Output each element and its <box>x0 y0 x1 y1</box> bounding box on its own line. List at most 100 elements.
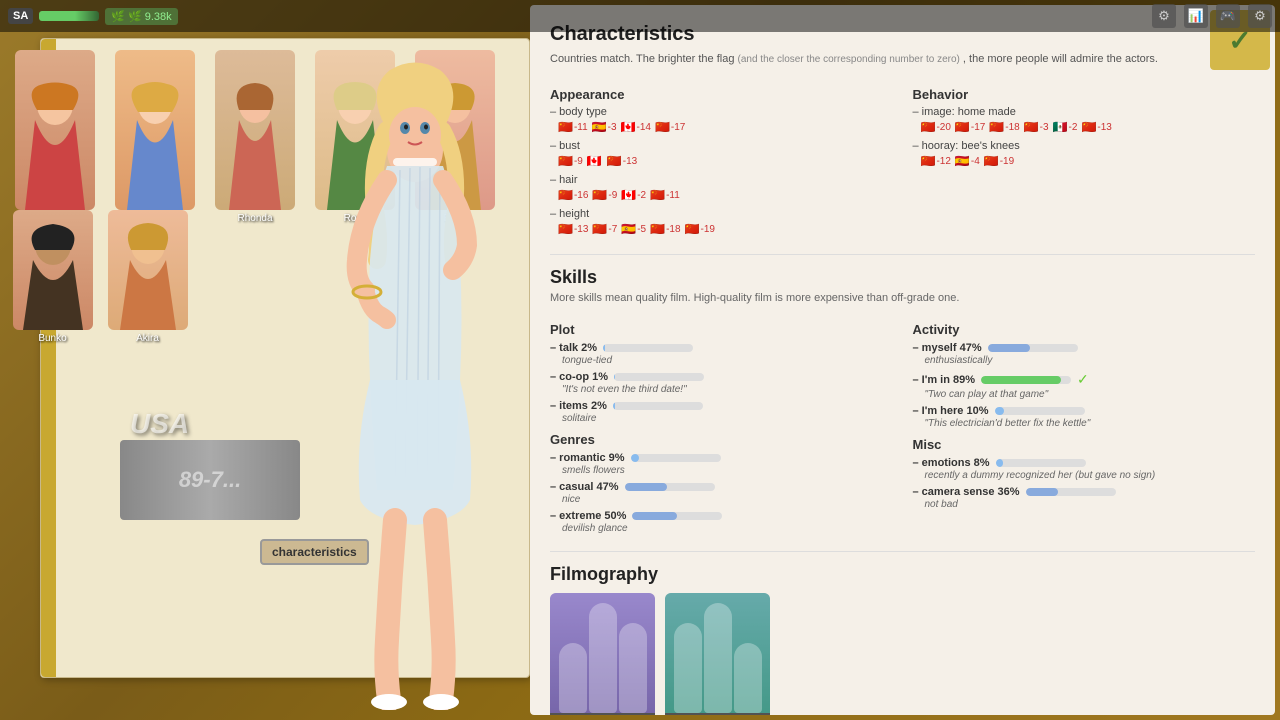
characteristics-columns: Appearance – body type 🇨🇳-11 🇪🇸-3 🇨🇦-14 … <box>550 81 1255 242</box>
skill-items-bar-bg <box>613 402 703 410</box>
skill-emotions: – emotions 8% recently a dummy recognize… <box>913 457 1256 481</box>
top-bar: SA 🌿 🌿 9.38k ⚙ 📊 🎮 ⚙ <box>0 0 1280 32</box>
skills-columns: Plot – talk 2% tongue-tied – co-op 1% <box>550 314 1255 539</box>
skill-extreme-bar-row: – extreme 50% <box>550 510 893 522</box>
image-flags: 🇨🇳-20 🇨🇳-17 🇨🇳-18 🇨🇳-3 🇲🇽-2 🇨🇳-13 <box>921 120 1256 134</box>
skill-items-bar-row: – items 2% <box>550 400 893 412</box>
filmography-title: Filmography <box>550 564 1255 585</box>
top-bar-right: ⚙ 📊 🎮 ⚙ <box>1152 4 1272 28</box>
skill-camera-desc: not bad <box>925 499 1256 510</box>
char-card-akira[interactable]: Akira <box>105 210 190 344</box>
char-card-bunko[interactable]: Bunko <box>10 210 95 344</box>
behavior-title: Behavior <box>913 87 1256 102</box>
hooray-label: – hooray: bee's knees <box>913 140 1256 152</box>
panel-subtitle: Countries match. The brighter the flag (… <box>550 52 1255 67</box>
skill-casual-bar-bg <box>625 483 715 491</box>
flag-cn-10: 🇨🇳-18 <box>650 222 680 236</box>
film-char-shape-5 <box>704 603 732 713</box>
skill-romantic-bar-bg <box>631 454 721 462</box>
skill-myself-bar-row: – myself 47% <box>913 342 1256 354</box>
skill-casual-label: – casual 47% <box>550 481 619 493</box>
skill-camera-bar-fill <box>1026 488 1058 496</box>
flag-cn-14: 🇨🇳-18 <box>989 120 1019 134</box>
skill-emotions-bar-fill <box>996 459 1003 467</box>
activity-title: Activity <box>913 322 1256 337</box>
skill-items: – items 2% solitaire <box>550 400 893 424</box>
settings-icon[interactable]: ⚙ <box>1152 4 1176 28</box>
bust-flags: 🇨🇳-9 🇨🇦 🇨🇳-13 <box>558 154 893 168</box>
skill-talk-bar-row: – talk 2% <box>550 342 893 354</box>
film-row: Private Private #1 Duck factory #2 <box>550 593 1255 715</box>
skill-talk-bar-bg <box>603 344 693 352</box>
hair-flags: 🇨🇳-16 🇨🇳-9 🇨🇦-2 🇨🇳-11 <box>558 188 893 202</box>
main-panel: ✓ Characteristics Countries match. The b… <box>530 5 1275 715</box>
skill-casual-desc: nice <box>562 494 893 505</box>
skill-imhere-bar-bg <box>995 407 1085 415</box>
skill-camera-label: – camera sense 36% <box>913 486 1020 498</box>
flag-mx-1: 🇲🇽-2 <box>1053 120 1078 134</box>
skill-camera: – camera sense 36% not bad <box>913 486 1256 510</box>
skill-extreme-bar-fill <box>632 512 677 520</box>
characteristics-button[interactable]: characteristics <box>260 539 369 565</box>
char-label-bunko: Bunko <box>38 333 66 344</box>
game-icon[interactable]: 🎮 <box>1216 4 1240 28</box>
film-thumb-2 <box>665 593 770 713</box>
flag-cn-3: 🇨🇳-9 <box>558 154 583 168</box>
hair-label: – hair <box>550 174 893 186</box>
flag-ca-3: 🇨🇦-2 <box>621 188 646 202</box>
stats-icon[interactable]: 📊 <box>1184 4 1208 28</box>
skill-romantic-label: – romantic 9% <box>550 452 625 464</box>
film-card-1[interactable]: Private Private #1 <box>550 593 655 715</box>
flag-cn-16: 🇨🇳-13 <box>1081 120 1111 134</box>
skill-camera-bar-row: – camera sense 36% <box>913 486 1256 498</box>
skill-coop-label: – co-op 1% <box>550 371 608 383</box>
film-title-2: Duck factory #2 <box>665 713 770 715</box>
flag-ca-2: 🇨🇦 <box>587 154 603 168</box>
skill-talk-label: – talk 2% <box>550 342 597 354</box>
char-label-akira: Akira <box>136 333 159 344</box>
skill-coop-bar-fill <box>614 373 615 381</box>
bust-attr: – bust 🇨🇳-9 🇨🇦 🇨🇳-13 <box>550 140 893 168</box>
skill-camera-bar-bg <box>1026 488 1116 496</box>
skill-extreme-bar-bg <box>632 512 722 520</box>
film-char-shape-1 <box>559 643 587 713</box>
plot-column: Plot – talk 2% tongue-tied – co-op 1% <box>550 314 893 539</box>
skill-items-desc: solitaire <box>562 413 893 424</box>
skill-emotions-bar-bg <box>996 459 1086 467</box>
subtitle-main: Countries match. The brighter the flag <box>550 53 734 65</box>
char-card-rhonda[interactable]: Rhonda <box>210 50 300 270</box>
char-label-rhonda: Rhonda <box>237 213 272 224</box>
menu-icon[interactable]: ⚙ <box>1248 4 1272 28</box>
skill-imhere-bar-row: – I'm here 10% <box>913 405 1256 417</box>
flag-cn-13: 🇨🇳-17 <box>955 120 985 134</box>
flag-cn-1: 🇨🇳-11 <box>558 120 588 134</box>
flag-cn-18: 🇨🇳-19 <box>984 154 1014 168</box>
behavior-column: Behavior – image: home made 🇨🇳-20 🇨🇳-17 … <box>913 81 1256 242</box>
flag-es-1: 🇪🇸-3 <box>592 120 617 134</box>
character-strip-2: Bunko Akira <box>0 200 200 354</box>
flag-cn-6: 🇨🇳-9 <box>592 188 617 202</box>
flag-cn-2: 🇨🇳-17 <box>655 120 685 134</box>
appearance-title: Appearance <box>550 87 893 102</box>
flag-ca-1: 🇨🇦-14 <box>621 120 651 134</box>
skill-casual-bar-row: – casual 47% <box>550 481 893 493</box>
skill-myself-label: – myself 47% <box>913 342 982 354</box>
skill-romantic-bar-row: – romantic 9% <box>550 452 893 464</box>
film-char-shape-2 <box>589 603 617 713</box>
flag-cn-4: 🇨🇳-13 <box>607 154 637 168</box>
checkmark-icon: ✓ <box>1077 371 1089 388</box>
film-card-2[interactable]: Duck factory #2 <box>665 593 770 715</box>
film-char-shape-3 <box>619 623 647 713</box>
plot-title: Plot <box>550 322 893 337</box>
skill-romantic-desc: smells flowers <box>562 465 893 476</box>
skill-myself-bar-bg <box>988 344 1078 352</box>
hooray-flags: 🇨🇳-12 🇪🇸-4 🇨🇳-19 <box>921 154 1256 168</box>
skills-subtitle: More skills mean quality film. High-qual… <box>550 292 1255 304</box>
genres-title: Genres <box>550 432 893 447</box>
skill-extreme: – extreme 50% devilish glance <box>550 510 893 534</box>
skill-talk: – talk 2% tongue-tied <box>550 342 893 366</box>
film-chars-1 <box>559 593 647 713</box>
skill-imhere: – I'm here 10% "This electrician'd bette… <box>913 405 1256 429</box>
skill-imin: – I'm in 89% ✓ "Two can play at that gam… <box>913 371 1256 400</box>
appearance-column: Appearance – body type 🇨🇳-11 🇪🇸-3 🇨🇦-14 … <box>550 81 893 242</box>
